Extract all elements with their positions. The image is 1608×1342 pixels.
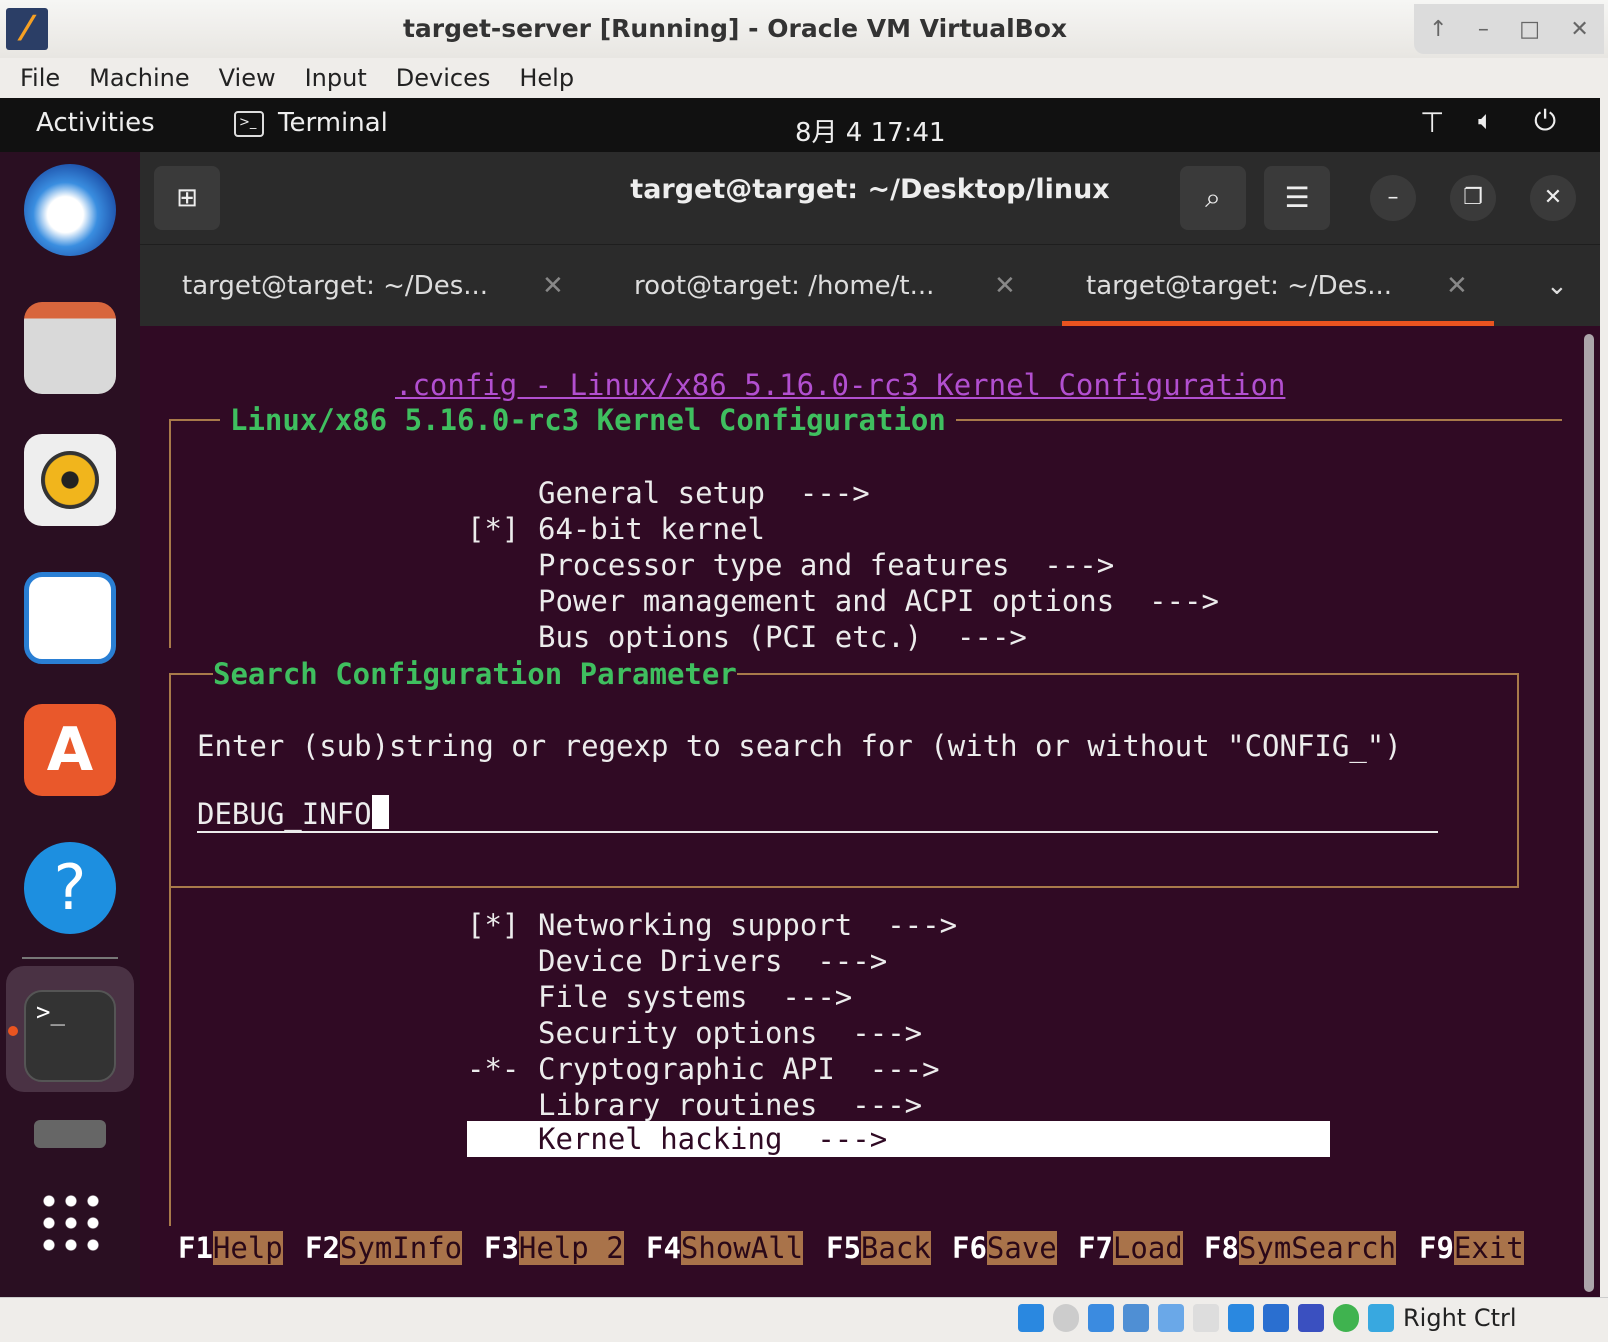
box-border-left	[169, 419, 171, 648]
rhythmbox-icon[interactable]	[24, 434, 116, 526]
window-controls: ↑ – □ ✕	[1414, 4, 1604, 54]
vt-x-icon[interactable]	[1298, 1304, 1324, 1332]
fkey-back[interactable]: F5Back	[826, 1230, 931, 1266]
menu-devices[interactable]: Devices	[396, 64, 491, 92]
running-indicator	[8, 1026, 18, 1036]
volume-icon[interactable]: 🔈︎	[1478, 106, 1494, 137]
menu-file[interactable]: File	[20, 64, 60, 92]
activities-button[interactable]: Activities	[36, 108, 155, 138]
mouse-integration-icon[interactable]	[1368, 1304, 1394, 1332]
box-border-left-lower	[169, 886, 171, 1226]
tab-1[interactable]: target@target: ~/Des...	[182, 245, 488, 327]
show-apps-icon[interactable]	[38, 1190, 104, 1256]
menu-item[interactable]: [*] Networking support --->	[467, 907, 957, 943]
terminal-content: .config - Linux/x86 5.16.0-rc3 Kernel Co…	[140, 326, 1600, 1297]
guest-additions-icon[interactable]	[1333, 1304, 1359, 1332]
network-icon[interactable]	[1123, 1304, 1149, 1332]
usb-icon[interactable]	[1158, 1304, 1184, 1332]
fkey-showall[interactable]: F4ShowAll	[646, 1230, 804, 1266]
menu-bar: File Machine View Input Devices Help	[0, 58, 1608, 98]
menu-help[interactable]: Help	[519, 64, 574, 92]
menu-input[interactable]: Input	[305, 64, 367, 92]
optical-drive-icon[interactable]	[1053, 1304, 1079, 1332]
search-input[interactable]: DEBUG_INFO	[197, 793, 1438, 833]
terminal-app-icon: >_	[234, 111, 264, 137]
tab-3-close-icon[interactable]: ✕	[1446, 245, 1468, 327]
software-store-icon[interactable]: A	[24, 704, 116, 796]
menu-item[interactable]: -*- Cryptographic API --->	[467, 1051, 940, 1087]
gnome-top-bar: Activities >_ Terminal 8月 4 17:41 ⊤ 🔈︎ ⏻	[0, 98, 1600, 152]
search-dialog-title: Search Configuration Parameter	[213, 656, 737, 692]
help-icon[interactable]: ?	[24, 842, 116, 934]
fkey-syminfo-label: SymInfo	[339, 1231, 463, 1265]
dock: A ? >_	[0, 152, 140, 1297]
window-title: target-server [Running] - Oracle VM Virt…	[402, 14, 1068, 43]
menu-view[interactable]: View	[219, 64, 276, 92]
display-icon[interactable]	[1228, 1304, 1254, 1332]
search-prompt: Enter (sub)string or regexp to search fo…	[197, 729, 1402, 763]
box-title: Linux/x86 5.16.0-rc3 Kernel Configuratio…	[220, 402, 956, 438]
pin-icon[interactable]: ↑	[1429, 17, 1447, 42]
terminal-headerbar: ⊞ target@target: ~/Desktop/linux ⌕ ☰ – ❐…	[140, 152, 1600, 244]
audio-icon[interactable]	[1088, 1304, 1114, 1332]
search-dialog: Search Configuration Parameter Enter (su…	[169, 656, 1519, 888]
tab-bar: target@target: ~/Des... ✕ root@target: /…	[140, 244, 1600, 327]
window-titlebar: ⁄ target-server [Running] - Oracle VM Vi…	[0, 0, 1608, 58]
app-menu-terminal[interactable]: Terminal	[278, 108, 388, 138]
power-icon[interactable]: ⏻	[1534, 104, 1556, 138]
close-button[interactable]: ✕	[1530, 175, 1576, 221]
shared-folders-icon[interactable]	[1193, 1304, 1219, 1332]
fkey-help[interactable]: F1Help	[178, 1230, 283, 1266]
fkey-load[interactable]: F7Load	[1078, 1230, 1183, 1266]
host-key-label: Right Ctrl	[1403, 1304, 1517, 1332]
search-button[interactable]: ⌕	[1180, 166, 1246, 230]
hdd-icon[interactable]	[1018, 1304, 1044, 1332]
restore-button[interactable]: ❐	[1450, 175, 1496, 221]
recording-icon[interactable]	[1263, 1304, 1289, 1332]
tabs-dropdown-chevron-down-icon[interactable]: ⌄	[1546, 245, 1568, 327]
fkey-syminfo[interactable]: F2SymInfo	[305, 1230, 463, 1266]
fkey-save[interactable]: F6Save	[952, 1230, 1057, 1266]
libreoffice-writer-icon[interactable]	[24, 572, 116, 664]
vbox-status-bar: Right Ctrl	[0, 1297, 1608, 1342]
drive-icon[interactable]	[34, 1120, 106, 1148]
fkey-help2[interactable]: F3Help 2	[484, 1230, 624, 1266]
files-icon[interactable]	[24, 302, 116, 394]
maximize-button[interactable]: □	[1519, 17, 1540, 42]
tab-3-active[interactable]: target@target: ~/Des...	[1086, 245, 1392, 327]
hamburger-menu-button[interactable]: ☰	[1264, 166, 1330, 230]
scrollbar[interactable]	[1584, 334, 1594, 1292]
fkey-symsearch[interactable]: F8SymSearch	[1204, 1230, 1397, 1266]
menu-item[interactable]: [*] 64-bit kernel	[467, 511, 765, 547]
tab-1-close-icon[interactable]: ✕	[542, 245, 564, 327]
tab-2-close-icon[interactable]: ✕	[994, 245, 1016, 327]
tab-2[interactable]: root@target: /home/t...	[634, 245, 934, 327]
text-cursor	[371, 795, 389, 829]
thunderbird-icon[interactable]	[24, 164, 116, 256]
clock[interactable]: 8月 4 17:41	[795, 112, 946, 149]
dock-separator	[22, 957, 118, 959]
close-button[interactable]: ✕	[1570, 17, 1588, 42]
minimize-button[interactable]: –	[1370, 175, 1416, 221]
status-icons: Right Ctrl	[1018, 1304, 1517, 1332]
fkey-exit[interactable]: F9Exit	[1419, 1230, 1524, 1266]
menu-machine[interactable]: Machine	[89, 64, 189, 92]
network-icon[interactable]: ⊤	[1420, 106, 1444, 139]
search-input-value: DEBUG_INFO	[197, 797, 372, 831]
minimize-button[interactable]: –	[1478, 17, 1489, 42]
terminal-dock-icon[interactable]: >_	[24, 990, 116, 1082]
config-file-title: .config - Linux/x86 5.16.0-rc3 Kernel Co…	[395, 368, 1286, 402]
